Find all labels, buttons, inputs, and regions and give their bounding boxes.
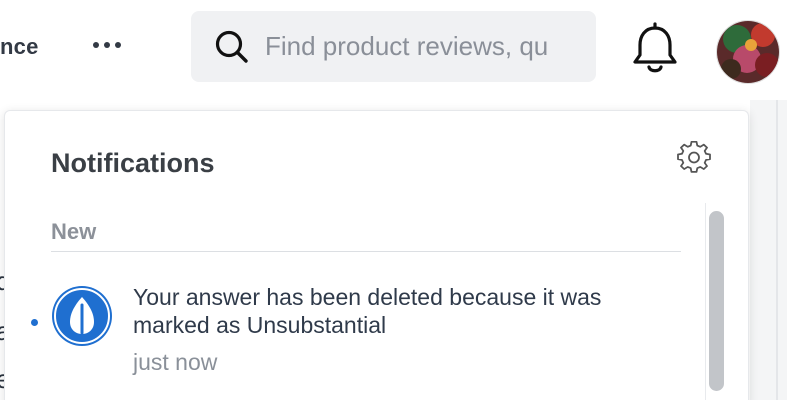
- top-bar: nce: [0, 0, 787, 100]
- notifications-title: Notifications: [51, 148, 215, 178]
- bell-icon[interactable]: [628, 22, 682, 78]
- scrollbar-thumb[interactable]: [709, 211, 724, 391]
- unread-indicator: [31, 319, 38, 326]
- notifications-panel: Notifications New Your answer has been d…: [4, 110, 749, 400]
- notification-timestamp: just now: [133, 349, 218, 375]
- divider: [776, 100, 778, 400]
- more-options-button[interactable]: [86, 30, 128, 60]
- search-bar[interactable]: [191, 11, 596, 82]
- leaf-logo-icon: [52, 286, 112, 346]
- more-dot-icon: [115, 42, 121, 48]
- search-input[interactable]: [265, 31, 565, 62]
- nav-item-partial[interactable]: nce: [0, 34, 39, 60]
- right-column-background: [750, 100, 787, 400]
- user-avatar[interactable]: [716, 20, 780, 84]
- search-icon: [215, 30, 248, 63]
- more-dot-icon: [104, 42, 110, 48]
- section-divider: [51, 251, 681, 252]
- avatar-image: [717, 21, 779, 83]
- notifications-scrollbar[interactable]: [705, 203, 729, 400]
- notification-item[interactable]: Your answer has been deleted because it …: [19, 271, 689, 381]
- more-dot-icon: [93, 42, 99, 48]
- section-label-new: New: [51, 219, 97, 244]
- notification-message: Your answer has been deleted because it …: [133, 284, 602, 338]
- gear-icon[interactable]: [677, 141, 711, 175]
